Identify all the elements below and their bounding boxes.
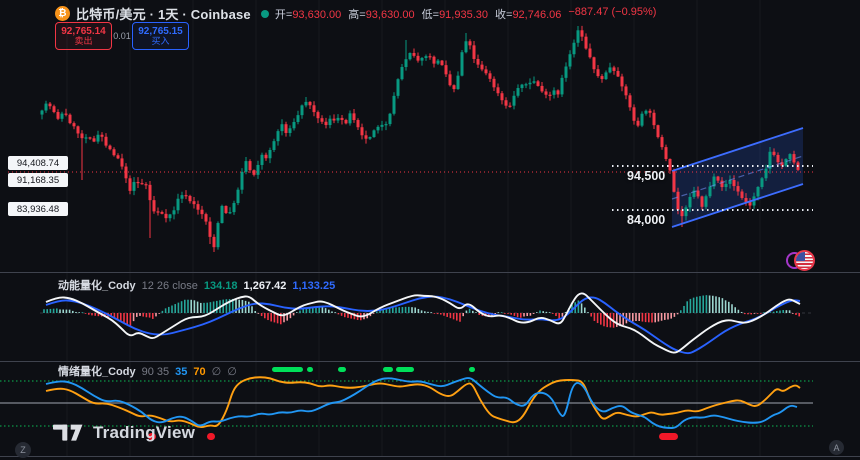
momentum-indicator-legend[interactable]: 动能量化_Cody 12 26 close 134.18 1,267.42 1,… — [58, 277, 335, 293]
momentum-pane — [40, 293, 812, 353]
level-price-label: 84,000 — [627, 213, 665, 227]
sell-button[interactable]: 92,765.14 卖出 — [55, 22, 112, 50]
buy-signal-marker — [307, 367, 313, 372]
spread-value: 0.01 — [112, 31, 132, 41]
sentiment-value-1: 35 — [175, 366, 187, 378]
price-tag: 94,408.74 — [8, 156, 68, 170]
buy-signal-marker — [396, 367, 414, 372]
symbol-title[interactable]: 比特币/美元 · 1天 · Coinbase — [76, 4, 251, 23]
price-tag: 83,936.48 — [8, 202, 68, 216]
gridlines — [67, 0, 760, 456]
economic-event-flag-icon[interactable] — [786, 250, 816, 271]
parallel-channel-fill — [672, 128, 803, 227]
us-flag-icon — [794, 250, 815, 271]
chart-canvas[interactable] — [0, 0, 860, 460]
momentum-value-1: 134.18 — [204, 280, 238, 292]
buy-signal-marker — [469, 367, 475, 372]
buy-button[interactable]: 92,765.15 买入 — [132, 22, 189, 50]
tradingview-logo[interactable]: TradingView — [53, 423, 195, 443]
market-status-icon[interactable] — [261, 10, 269, 18]
momentum-value-3: 1,133.25 — [292, 280, 335, 292]
scale-mode-badge[interactable]: A — [829, 440, 844, 455]
ohlc-values: 开=93,630.00 高=93,630.00 低=91,935.30 收=92… — [275, 6, 657, 22]
trade-panel: 92,765.14 卖出 0.01 92,765.15 买入 — [55, 22, 189, 50]
buy-signal-marker — [272, 367, 303, 372]
sentiment-value-4: ∅ — [227, 365, 237, 378]
buy-signal-marker — [383, 367, 393, 372]
candlestick-series — [41, 26, 800, 252]
momentum-histogram — [43, 295, 800, 328]
sell-signal-marker — [659, 433, 678, 440]
sentiment-value-3: ∅ — [212, 365, 222, 378]
main-price-pane — [8, 26, 815, 252]
symbol-legend[interactable]: ₿ 比特币/美元 · 1天 · Coinbase 开=93,630.00 高=9… — [55, 4, 656, 23]
change-value: −887.47 (−0.95%) — [568, 6, 656, 22]
tradingview-chart-window: ₿ 比特币/美元 · 1天 · Coinbase 开=93,630.00 高=9… — [0, 0, 860, 460]
btc-icon: ₿ — [55, 6, 70, 21]
timezone-badge[interactable]: Z — [15, 442, 31, 458]
sentiment-indicator-legend[interactable]: 情绪量化_Cody 90 35 35 70 ∅ ∅ — [58, 363, 237, 379]
buy-signal-marker — [338, 367, 346, 372]
sell-signal-marker — [207, 433, 215, 440]
level-price-label: 94,500 — [627, 169, 665, 183]
price-tag: 91,168.35 — [8, 173, 68, 187]
tradingview-mark-icon — [53, 423, 85, 443]
sentiment-value-2: 70 — [193, 366, 205, 378]
momentum-value-2: 1,267.42 — [244, 280, 287, 292]
